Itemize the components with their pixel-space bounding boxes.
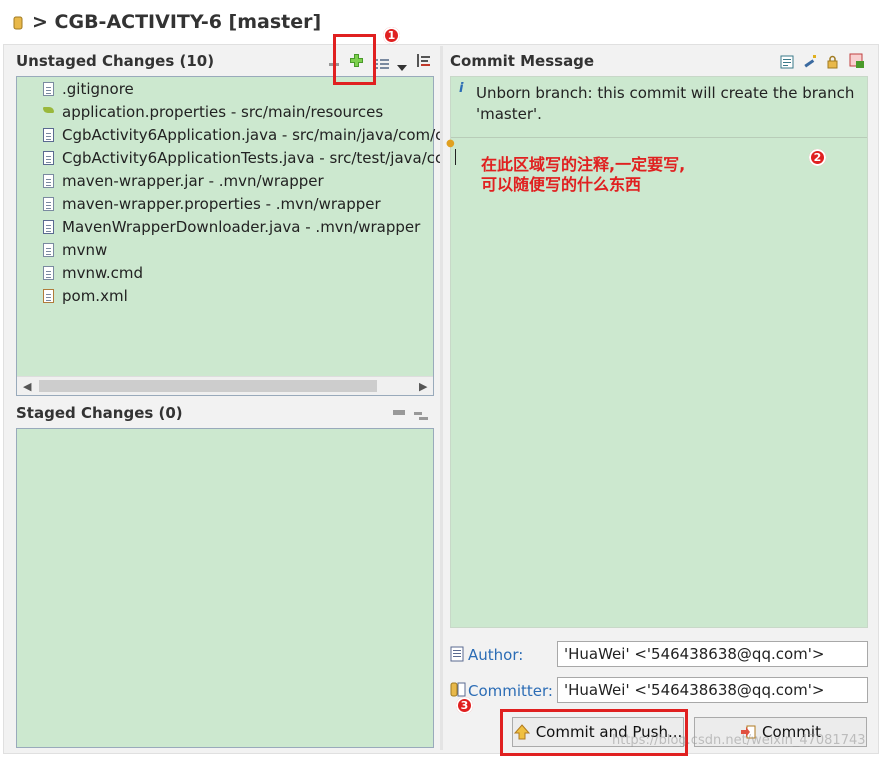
author-field[interactable]: 'HuaWei' <'546438638@qq.com'>	[557, 641, 868, 667]
unstaged-file-row[interactable]: application.properties - src/main/resour…	[17, 101, 383, 123]
scroll-left-icon[interactable]: ◀	[23, 380, 31, 393]
unstaged-file-row[interactable]: maven-wrapper.properties - .mvn/wrapper	[17, 193, 381, 215]
unstaged-file-name: application.properties - src/main/resour…	[62, 103, 384, 121]
scroll-right-icon[interactable]: ▶	[419, 380, 427, 393]
scrollbar-thumb[interactable]	[39, 380, 377, 392]
java-file-icon	[43, 151, 54, 165]
sort-icon[interactable]	[415, 53, 431, 69]
view-menu-icon[interactable]	[397, 57, 407, 71]
annotation-badge-3: 3	[456, 697, 473, 714]
annotation-badge-2: 2	[809, 149, 826, 166]
signed-off-icon[interactable]	[780, 54, 794, 69]
unborn-branch-info: Unborn branch: this commit will create t…	[476, 84, 855, 123]
commit-message-textarea[interactable]	[451, 138, 867, 628]
staged-file-list[interactable]	[16, 428, 434, 748]
sash-divider[interactable]	[440, 46, 443, 750]
text-file-icon	[43, 197, 54, 211]
collapse-all-icon[interactable]	[393, 410, 405, 415]
annotation-badge-1: 1	[383, 27, 400, 44]
lock-icon[interactable]	[826, 54, 839, 69]
unstaged-file-name: pom.xml	[62, 287, 128, 305]
text-file-icon	[43, 266, 54, 280]
repository-title: > CGB-ACTIVITY-6 [master]	[32, 11, 322, 33]
title-bar: > CGB-ACTIVITY-6 [master]	[0, 0, 894, 44]
unstaged-file-row[interactable]: CgbActivity6ApplicationTests.java - src/…	[17, 147, 443, 169]
text-file-icon	[43, 174, 54, 188]
author-icon	[450, 646, 466, 662]
unstaged-file-name: maven-wrapper.properties - .mvn/wrapper	[62, 195, 381, 213]
unstaged-file-name: maven-wrapper.jar - .mvn/wrapper	[62, 172, 324, 190]
staged-changes-heading: Staged Changes (0)	[16, 404, 183, 422]
annotation-line-1: 在此区域写的注释,一定要写,	[481, 155, 686, 174]
unstaged-file-name: mvnw.cmd	[62, 264, 144, 282]
info-icon: i	[459, 81, 464, 96]
annotation-note: 在此区域写的注释,一定要写, 可以随便写的什么东西	[481, 155, 685, 195]
unstaged-file-row[interactable]: MavenWrapperDownloader.java - .mvn/wrapp…	[17, 216, 420, 238]
unstaged-file-name: CgbActivity6ApplicationTests.java - src/…	[62, 149, 444, 167]
unstaged-file-name: MavenWrapperDownloader.java - .mvn/wrapp…	[62, 218, 421, 236]
unstage-icon[interactable]	[414, 406, 428, 420]
committer-icon	[450, 682, 466, 698]
unstaged-file-row[interactable]: pom.xml	[17, 285, 128, 307]
watermark: https://blog.csdn.net/weixin_47081743	[612, 733, 866, 748]
commit-message-heading: Commit Message	[450, 52, 595, 70]
quick-fix-icon: ●	[446, 138, 455, 149]
presentation-icon[interactable]	[376, 55, 390, 69]
unstaged-changes-heading: Unstaged Changes (10)	[16, 52, 215, 70]
text-file-icon	[43, 82, 54, 96]
unstaged-file-name: mvnw	[62, 241, 108, 259]
annotation-box-add	[333, 34, 376, 85]
unstaged-file-list[interactable]: .gitignore application.properties - src/m…	[16, 76, 443, 396]
unstaged-file-row[interactable]: mvnw	[17, 239, 107, 261]
properties-file-icon	[43, 105, 54, 119]
unstaged-file-row[interactable]: .gitignore	[17, 78, 134, 100]
unstaged-file-row[interactable]: CgbActivity6Application.java - src/main/…	[17, 124, 443, 146]
xml-file-icon	[43, 289, 54, 303]
unstaged-file-row[interactable]: maven-wrapper.jar - .mvn/wrapper	[17, 170, 324, 192]
change-id-icon[interactable]	[849, 53, 865, 69]
amend-icon[interactable]	[803, 53, 818, 68]
commit-message-panel: i Unborn branch: this commit will create…	[450, 76, 868, 628]
repository-icon	[13, 16, 23, 30]
java-file-icon	[43, 128, 54, 142]
committer-label: Committer:	[468, 682, 553, 700]
annotation-line-2: 可以随便写的什么东西	[481, 175, 642, 194]
text-file-icon	[43, 243, 54, 257]
unstaged-file-name: .gitignore	[62, 80, 134, 98]
unstaged-file-name: CgbActivity6Application.java - src/main/…	[62, 126, 444, 144]
author-label: Author:	[468, 646, 524, 664]
java-file-icon	[43, 220, 54, 234]
unstaged-file-row[interactable]: mvnw.cmd	[17, 262, 143, 284]
committer-field[interactable]: 'HuaWei' <'546438638@qq.com'>	[557, 677, 868, 703]
horizontal-scrollbar[interactable]: ◀ ▶	[17, 376, 433, 395]
